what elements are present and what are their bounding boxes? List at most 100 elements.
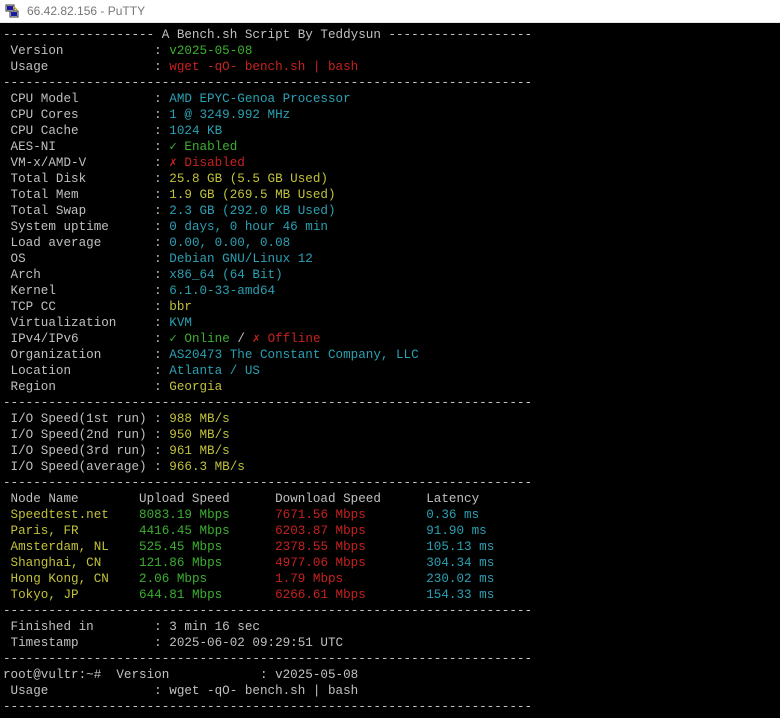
terminal-text: Total Swap : [3,204,170,218]
terminal-line: Total Mem : 1.9 GB (269.5 MB Used) [3,187,780,203]
terminal-text: AS20473 The Constant Company, LLC [169,348,419,362]
terminal-line: ----------------------------------------… [3,603,780,619]
terminal-text: OS : [3,252,170,266]
terminal-text: 8083.19 Mbps [139,508,276,522]
terminal-line: Speedtest.net 8083.19 Mbps 7671.56 Mbps … [3,507,780,523]
terminal-line: Total Swap : 2.3 GB (292.0 KB Used) [3,203,780,219]
terminal-line: CPU Cache : 1024 KB [3,123,780,139]
terminal-text: Total Disk : [3,172,170,186]
terminal-text: Hong Kong, CN [3,572,140,586]
terminal-line: I/O Speed(1st run) : 988 MB/s [3,411,780,427]
terminal-line: AES-NI : ✓ Enabled [3,139,780,155]
terminal-line: Usage : wget -qO- bench.sh | bash [3,59,780,75]
terminal-text: I/O Speed(2nd run) : [3,428,170,442]
terminal-text: CPU Cores : [3,108,170,122]
terminal-text: 2.3 GB (292.0 KB Used) [169,204,336,218]
terminal-line: I/O Speed(3rd run) : 961 MB/s [3,443,780,459]
terminal-text: x86_64 (64 Bit) [169,268,283,282]
terminal-line: CPU Cores : 1 @ 3249.992 MHz [3,107,780,123]
terminal-text: Region : [3,380,170,394]
terminal-line: Load average : 0.00, 0.00, 0.08 [3,235,780,251]
terminal-text: ----------------------------------------… [3,604,533,618]
terminal-text: v2025-05-08 [169,44,253,58]
terminal-line: IPv4/IPv6 : ✓ Online / ✗ Offline [3,331,780,347]
terminal-text: Atlanta / US [169,364,260,378]
terminal-text: 7671.56 Mbps [275,508,427,522]
terminal-text: Load average : [3,236,170,250]
terminal-text: bbr [169,300,192,314]
terminal-line: Region : Georgia [3,379,780,395]
terminal-text: 1.9 GB (269.5 MB Used) [169,188,336,202]
terminal-text: Virtualization : [3,316,170,330]
terminal-line: Organization : AS20473 The Constant Comp… [3,347,780,363]
terminal-line: TCP CC : bbr [3,299,780,315]
terminal-text: 1024 KB [169,124,223,138]
terminal-text: 6.1.0-33-amd64 [169,284,276,298]
terminal-text: -------------------- A Bench.sh Script B… [3,28,533,42]
terminal-line: Hong Kong, CN 2.06 Mbps 1.79 Mbps 230.02… [3,571,780,587]
terminal-line: CPU Model : AMD EPYC-Genoa Processor [3,91,780,107]
terminal-text: 961 MB/s [169,444,230,458]
terminal-line: Arch : x86_64 (64 Bit) [3,267,780,283]
terminal-line: Node Name Upload Speed Download Speed La… [3,491,780,507]
terminal-text: 644.81 Mbps [139,588,276,602]
terminal-text: 0.36 ms [426,508,480,522]
terminal-text: ✗ Offline [252,332,321,346]
terminal-text: Usage : [3,60,170,74]
terminal-line: Usage : wget -qO- bench.sh | bash [3,683,780,699]
terminal-text: 525.45 Mbps [139,540,276,554]
terminal-text: Node Name Upload Speed Download Speed La… [3,492,480,506]
terminal-text: 2378.55 Mbps [275,540,427,554]
terminal-text: 105.13 ms [426,540,495,554]
terminal-text: Total Mem : [3,188,170,202]
terminal-text: wget -qO- bench.sh | bash [169,60,359,74]
terminal-text: Debian GNU/Linux 12 [169,252,313,266]
terminal-line: -------------------- A Bench.sh Script B… [3,27,780,43]
terminal-line: ----------------------------------------… [3,699,780,715]
terminal-text: I/O Speed(3rd run) : [3,444,170,458]
terminal-line: ----------------------------------------… [3,651,780,667]
terminal-text: 0.00, 0.00, 0.08 [169,236,291,250]
terminal-text: 988 MB/s [169,412,230,426]
terminal-text: I/O Speed(1st run) : [3,412,170,426]
terminal-text: Arch : [3,268,170,282]
terminal-output[interactable]: -------------------- A Bench.sh Script B… [3,27,780,718]
terminal-text: 121.86 Mbps [139,556,276,570]
terminal-line: ----------------------------------------… [3,395,780,411]
terminal-line: VM-x/AMD-V : ✗ Disabled [3,155,780,171]
terminal-text: ✗ Disabled [169,156,245,170]
terminal-text: Shanghai, CN [3,556,140,570]
terminal-text: ✓ Online [169,332,230,346]
terminal-text: root@vultr:~# Version : v2025-05-08 [3,668,359,682]
terminal-text: ----------------------------------------… [3,76,533,90]
terminal-text: 91.90 ms [426,524,487,538]
terminal-text: 1.79 Mbps [275,572,427,586]
terminal-text: Location : [3,364,170,378]
terminal-line: Shanghai, CN 121.86 Mbps 4977.06 Mbps 30… [3,555,780,571]
terminal-line: Finished in : 3 min 16 sec [3,619,780,635]
terminal-line: OS : Debian GNU/Linux 12 [3,251,780,267]
terminal-text: 0 days, 0 hour 46 min [169,220,328,234]
terminal-text: 1 @ 3249.992 MHz [169,108,291,122]
terminal-line: System uptime : 0 days, 0 hour 46 min [3,219,780,235]
terminal-text: AMD EPYC-Genoa Processor [169,92,351,106]
terminal-line: ----------------------------------------… [3,75,780,91]
terminal-text: Version : [3,44,170,58]
terminal-line: Paris, FR 4416.45 Mbps 6203.87 Mbps 91.9… [3,523,780,539]
title-bar[interactable]: 66.42.82.156 - PuTTY [0,0,780,23]
terminal-text: KVM [169,316,192,330]
window-title: 66.42.82.156 - PuTTY [27,4,146,18]
terminal-text: Amsterdam, NL [3,540,140,554]
terminal-text: ----------------------------------------… [3,396,533,410]
terminal-text: System uptime : [3,220,170,234]
terminal-text: Paris, FR [3,524,140,538]
terminal-line: root@vultr:~# Version : v2025-05-08 [3,667,780,683]
terminal-text: VM-x/AMD-V : [3,156,170,170]
terminal-line: Location : Atlanta / US [3,363,780,379]
putty-icon [5,4,19,18]
terminal-text: 950 MB/s [169,428,230,442]
terminal-line: Version : v2025-05-08 [3,43,780,59]
terminal-line: Kernel : 6.1.0-33-amd64 [3,283,780,299]
terminal-text: ----------------------------------------… [3,700,533,714]
terminal-text: ✓ Enabled [169,140,238,154]
